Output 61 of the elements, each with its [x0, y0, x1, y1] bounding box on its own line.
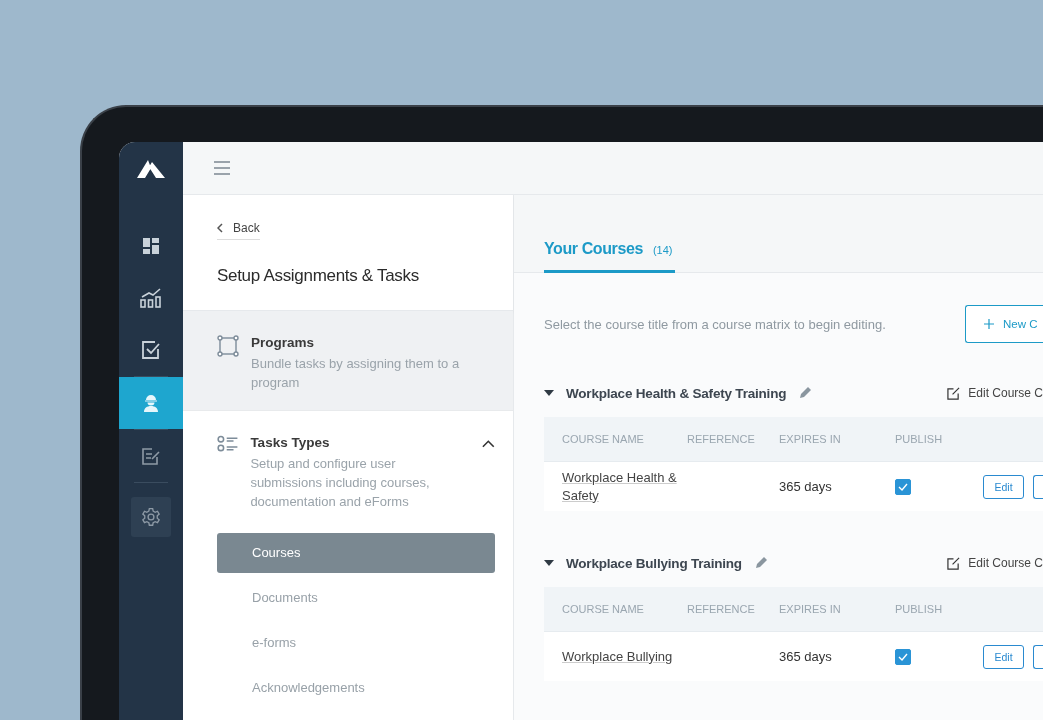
- expires-cell-text: 365 days: [779, 649, 833, 664]
- chevron-icon[interactable]: [482, 440, 495, 448]
- column-header: COURSE NAME: [561, 433, 645, 445]
- course-group-title: Workplace Health & Safety Training: [566, 385, 787, 401]
- column-header: REFERENCE: [687, 433, 756, 445]
- mountain-logo-icon: [137, 160, 165, 178]
- tasks-section[interactable]: Tasks Types Setup and configure user submissions including courses, documentation and eForms Courses Documents e-forms Acknowledgements: [183, 411, 513, 720]
- section-title: Programs: [251, 335, 316, 350]
- checklist-icon: [217, 435, 239, 453]
- plus-icon: [984, 319, 994, 329]
- action-button[interactable]: [1033, 474, 1043, 499]
- caret-icon[interactable]: [544, 390, 554, 396]
- courses-tab[interactable]: Your Courses (14): [544, 240, 675, 273]
- action-button[interactable]: [1033, 644, 1043, 669]
- expires-cell-text: 365 days: [779, 479, 833, 494]
- checkmark-icon: [898, 652, 908, 661]
- sidebar-settings-button[interactable]: [131, 497, 171, 537]
- column-header: PUBLISH: [895, 433, 944, 445]
- publish-checkbox[interactable]: [895, 478, 911, 495]
- column-header: EXPIRES IN: [779, 603, 842, 615]
- publish-checkbox[interactable]: [895, 648, 911, 665]
- column-header: EXPIRES IN: [779, 433, 842, 445]
- chevron-left-icon: [217, 223, 223, 233]
- programs-section[interactable]: Programs Bundle tasks by assigning them to a program: [183, 311, 513, 411]
- edit-course-link[interactable]: Edit Course C: [947, 386, 1043, 400]
- course-group-title: Workplace Bullying Training: [566, 555, 742, 571]
- edit-icon: [947, 386, 961, 400]
- menu-icon[interactable]: [214, 161, 230, 175]
- back-link[interactable]: Back: [217, 221, 260, 240]
- settings-icon: [141, 507, 161, 527]
- task-type-item[interactable]: Documents: [217, 578, 495, 618]
- panel-title: Setup Assignments & Tasks: [217, 266, 420, 286]
- pencil-icon[interactable]: [798, 386, 813, 400]
- pencil-icon[interactable]: [753, 556, 768, 570]
- section-title: Tasks Types: [250, 435, 331, 450]
- course-name-link[interactable]: Workplace Bullying: [562, 647, 673, 666]
- edit-course-link[interactable]: Edit Course C: [947, 556, 1043, 570]
- task-type-item[interactable]: Courses: [217, 533, 495, 573]
- section-description: Setup and configure user submissions including courses, documentation and eForms: [250, 455, 431, 511]
- checkmark-icon: [898, 482, 908, 491]
- checkbox-icon: [142, 341, 160, 359]
- caret-icon[interactable]: [544, 560, 554, 566]
- edit-button[interactable]: Edit: [983, 474, 1024, 499]
- new-course-button[interactable]: New C: [965, 305, 1043, 343]
- tab-label: Your Courses: [544, 240, 643, 258]
- section-description: Bundle tasks by assigning them to a program: [251, 355, 461, 392]
- column-header: PUBLISH: [895, 603, 944, 615]
- worker-icon: [142, 394, 160, 412]
- column-header: REFERENCE: [687, 603, 756, 615]
- edit-icon: [947, 556, 961, 570]
- chart-icon: [140, 288, 162, 308]
- course-count: (14): [652, 244, 673, 256]
- task-type-item[interactable]: Acknowledgements: [217, 668, 495, 708]
- edit-button[interactable]: Edit: [983, 644, 1024, 669]
- frame-icon: [217, 335, 239, 357]
- task-type-item[interactable]: e-forms: [217, 623, 495, 663]
- course-name-link[interactable]: Workplace Health & Safety: [562, 468, 687, 505]
- column-header: COURSE NAME: [561, 603, 645, 615]
- edit-icon: [142, 447, 160, 465]
- dashboard-icon: [142, 237, 160, 255]
- instruction-text: Select the course title from a course matrix to begin editing.: [544, 316, 886, 332]
